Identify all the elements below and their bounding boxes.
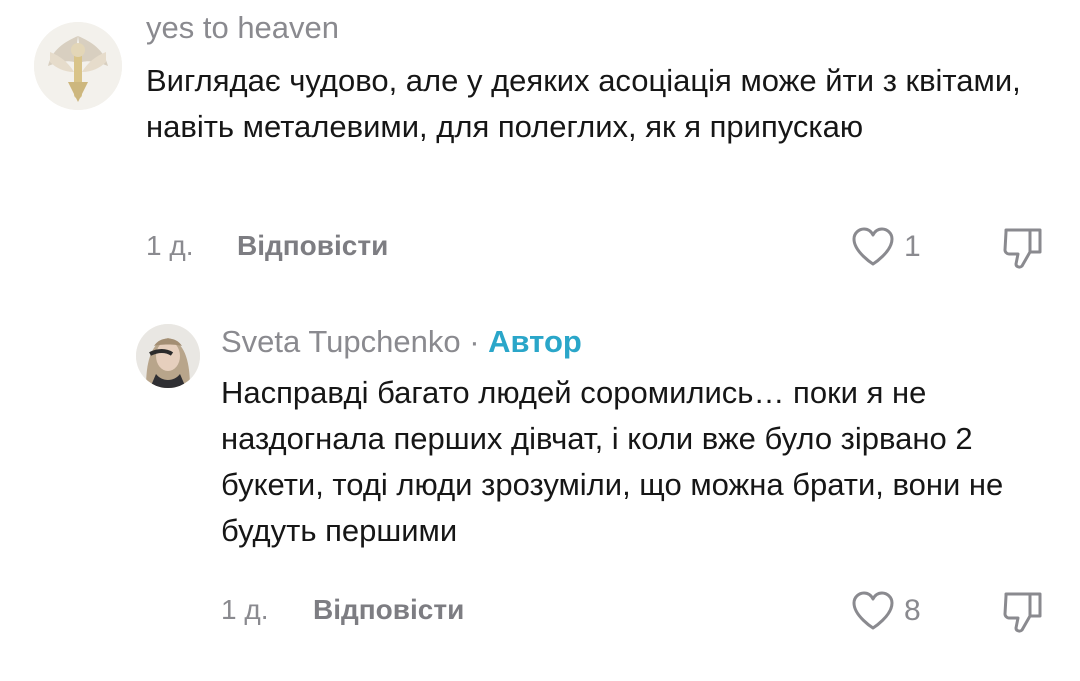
thumbs-down-icon: [1003, 592, 1042, 633]
like-button[interactable]: 8: [850, 590, 921, 632]
reply-button[interactable]: Відповісти: [313, 594, 464, 626]
like-count: 1: [904, 230, 921, 263]
like-count: 8: [904, 594, 921, 627]
author-badge: Автор: [488, 324, 582, 359]
comment-username[interactable]: yes to heaven: [146, 10, 339, 46]
comment-text: Насправді багато людей соромились… поки …: [221, 375, 1004, 548]
comment-username-text[interactable]: Sveta Tupchenko: [221, 324, 461, 359]
like-button[interactable]: 1: [850, 226, 921, 268]
comment-text: Виглядає чудово, але у деяких асоціація …: [146, 63, 1021, 144]
heart-icon: [852, 227, 894, 266]
reply-comment-item: Sveta Tupchenko · Автор Насправді багато…: [0, 290, 1080, 681]
avatar[interactable]: [136, 324, 200, 388]
separator-dot: ·: [469, 324, 480, 359]
thumbs-down-icon: [1003, 228, 1042, 269]
avatar-image: [136, 324, 200, 388]
avatar-image: [34, 22, 122, 110]
reply-button[interactable]: Відповісти: [237, 230, 388, 262]
comment-item: yes to heaven Виглядає чудово, але у дея…: [0, 0, 1080, 290]
comment-username: Sveta Tupchenko · Автор: [221, 324, 582, 360]
comment-timestamp: 1 д.: [146, 230, 194, 261]
avatar[interactable]: [34, 22, 122, 110]
dislike-button[interactable]: [1002, 590, 1044, 636]
heart-icon: [852, 591, 894, 630]
dislike-button[interactable]: [1002, 226, 1044, 272]
comment-timestamp: 1 д.: [221, 594, 269, 625]
